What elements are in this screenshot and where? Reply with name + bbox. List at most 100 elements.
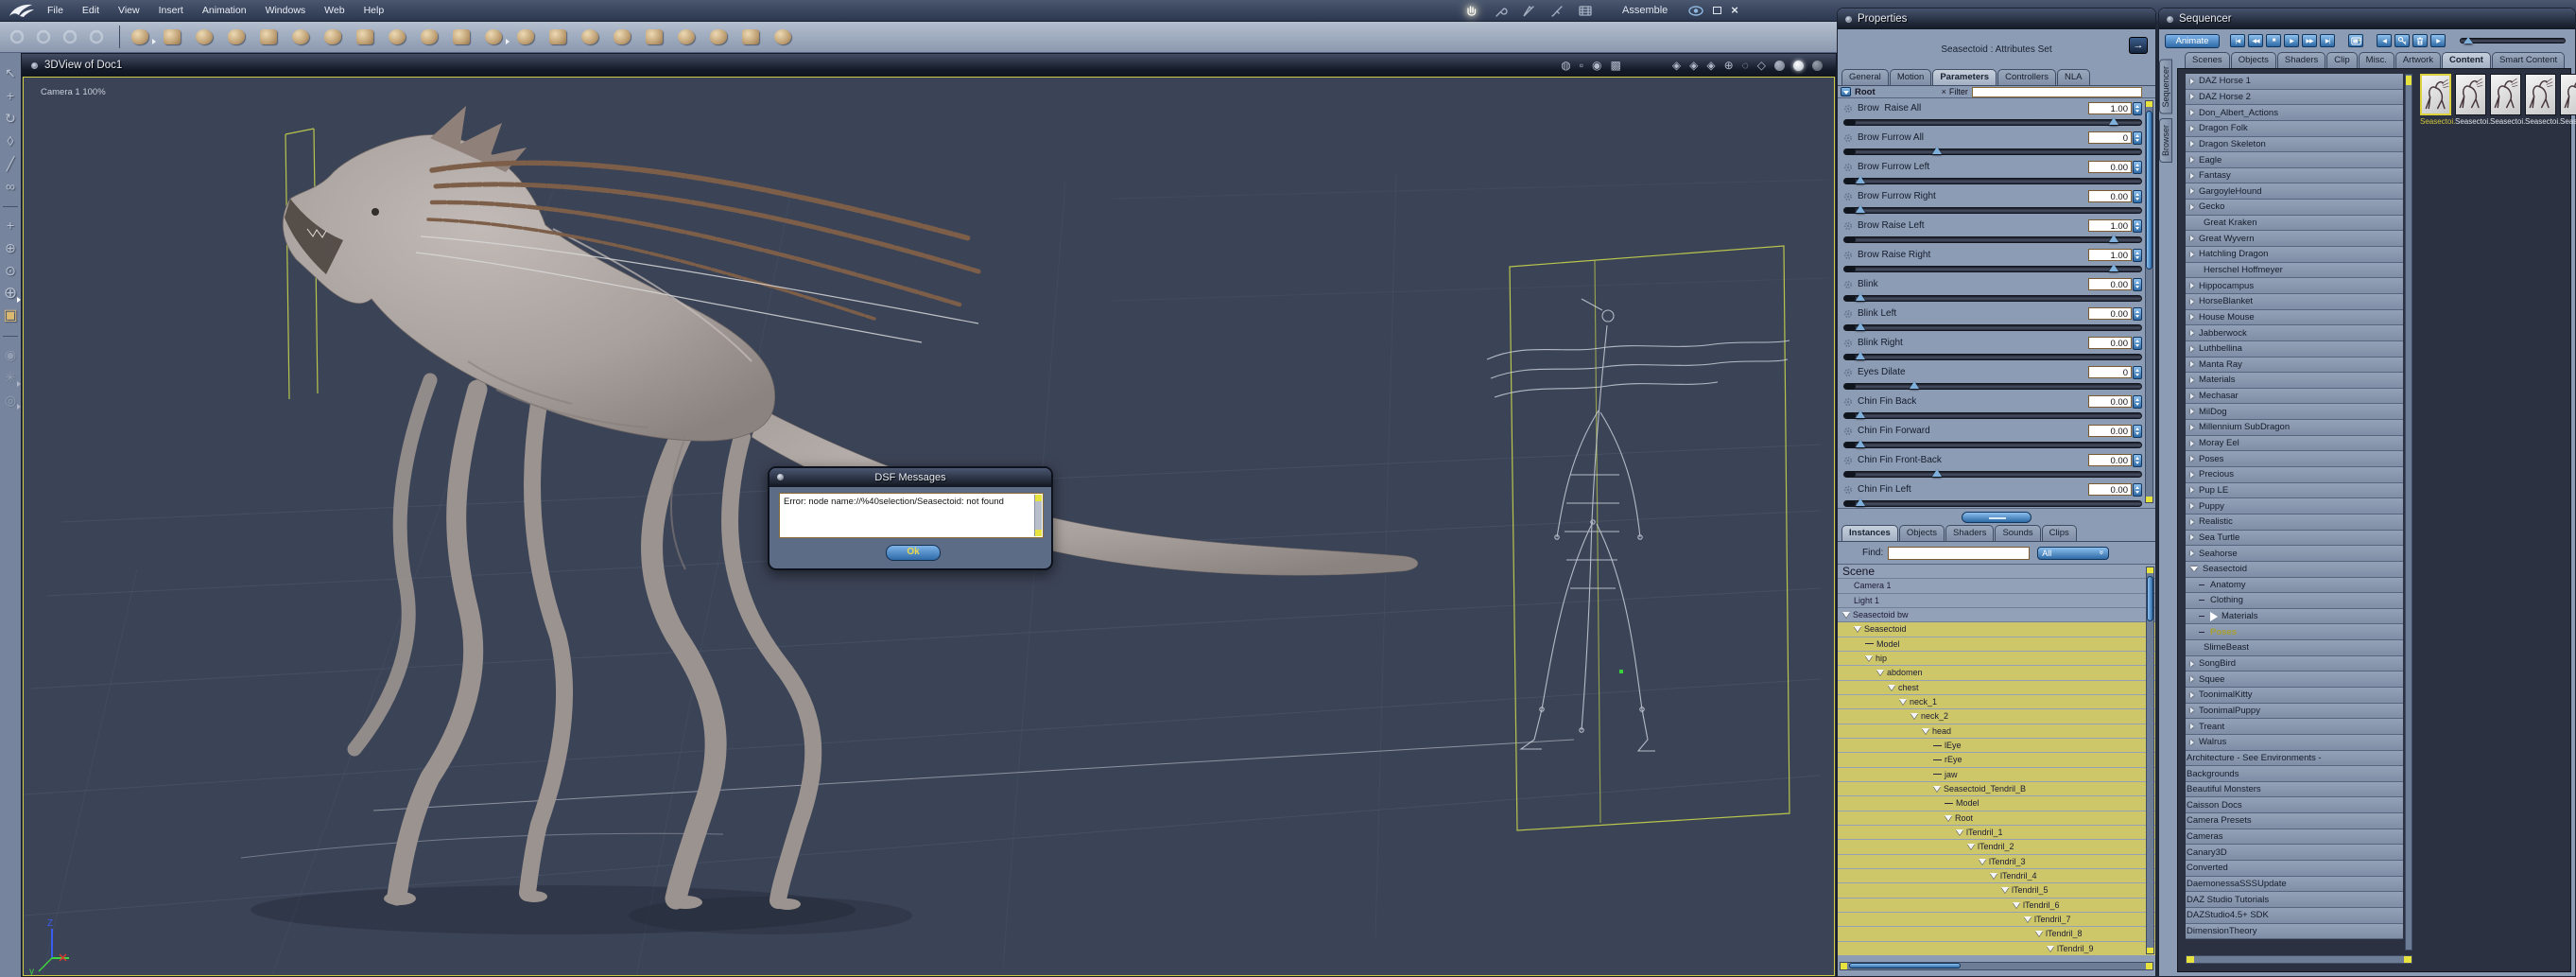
parameter-value-field[interactable]: 0 <box>2088 366 2132 378</box>
tree-row-ltendril-3[interactable]: lTendril_3 <box>1838 854 2155 869</box>
tab-general[interactable]: General <box>1841 69 1889 85</box>
collapsed-icon[interactable] <box>2190 471 2194 478</box>
parameter-slider[interactable] <box>1843 381 2142 391</box>
key-button[interactable] <box>2394 34 2410 47</box>
hand-tool-icon[interactable] <box>34 28 53 45</box>
gear-icon[interactable] <box>1843 339 1854 348</box>
expanded-icon[interactable] <box>2190 566 2198 574</box>
parameter-slider[interactable] <box>1843 293 2142 303</box>
folder-clothing[interactable]: Clothing <box>2186 593 2403 609</box>
folder-dragon-skeleton[interactable]: Dragon Skeleton <box>2186 136 2403 153</box>
folder-slimebeast[interactable]: SlimeBeast <box>2186 640 2403 656</box>
tab-instances[interactable]: Instances <box>1841 525 1898 541</box>
tab-sounds[interactable]: Sounds <box>1995 525 2041 541</box>
panel-arrow-button[interactable]: → <box>2129 37 2148 54</box>
collapsed-icon[interactable] <box>2190 125 2194 131</box>
tab-objects[interactable]: Objects <box>2230 52 2276 68</box>
insert-particles-icon[interactable] <box>324 29 341 44</box>
folder-toonimalkitty[interactable]: ToonimalKitty <box>2186 687 2403 704</box>
hand-pan-tool-icon[interactable]: ✳ <box>2 367 21 390</box>
tree-row-ltendril-5[interactable]: lTendril_5 <box>1838 883 2155 898</box>
tree-row-hip[interactable]: hip <box>1838 651 2155 667</box>
collapsed-icon[interactable] <box>2190 188 2194 195</box>
tree-row-ltendril-4[interactable]: lTendril_4 <box>1838 868 2155 884</box>
menu-animation[interactable]: Animation <box>193 0 256 21</box>
gear-icon[interactable] <box>1843 427 1854 436</box>
flyout-icon[interactable] <box>152 39 156 44</box>
slider-thumb[interactable] <box>2108 264 2118 271</box>
tree-row-seasectoid[interactable]: Seasectoid <box>1838 622 2155 637</box>
collapsed-icon[interactable] <box>2190 409 2194 415</box>
flyout-icon[interactable] <box>17 381 21 387</box>
folder-daemonessasssupdate[interactable]: DaemonessaSSSUpdate <box>2186 876 2403 893</box>
insert-vertex-object-icon[interactable] <box>260 29 277 44</box>
expander-icon[interactable] <box>2001 887 2009 894</box>
collapsed-icon[interactable] <box>2190 251 2194 257</box>
parameter-value-field[interactable]: 0.00 <box>2088 307 2132 320</box>
hand-room-icon[interactable] <box>1463 4 1480 18</box>
dashed-ball-icon[interactable]: ◌ <box>1742 58 1749 73</box>
parameter-value-field[interactable]: 0.00 <box>2088 161 2132 173</box>
menu-windows[interactable]: Windows <box>256 0 316 21</box>
collapsed-icon[interactable] <box>2190 314 2194 321</box>
tree-scroll-thumb[interactable] <box>2147 576 2153 621</box>
slider-thumb[interactable] <box>1931 147 1942 154</box>
stepper-icon[interactable] <box>2133 189 2142 203</box>
insert-tree-icon[interactable] <box>389 29 406 44</box>
viewport-canvas[interactable]: Camera 1 100% Z y DSF Messages Error: no… <box>23 77 1835 976</box>
expander-icon[interactable] <box>1922 727 1929 734</box>
tab-content[interactable]: Content <box>2442 52 2491 68</box>
menu-view[interactable]: View <box>109 0 149 21</box>
folder-don-albert-actions[interactable]: Don_Albert_Actions <box>2186 105 2403 121</box>
tree-row-reye[interactable]: rEye <box>1838 753 2155 768</box>
white-sphere-icon[interactable] <box>1793 60 1804 71</box>
wand-tool-icon[interactable] <box>8 28 26 45</box>
viewport-titlebar[interactable]: 3DView of Doc1 ◍ ▫ ◉ ▩ ◈ ◈ ◈ ⊕ ◌ ◇ <box>22 54 1836 77</box>
parameter-value-field[interactable]: 0.00 <box>2088 425 2132 437</box>
parameter-slider[interactable] <box>1843 440 2142 449</box>
expander-icon[interactable] <box>1945 814 1952 821</box>
camera-dot-icon[interactable]: ◉ <box>1592 58 1601 73</box>
folder-walrus[interactable]: Walrus <box>2186 734 2403 751</box>
folder-great-kraken[interactable]: Great Kraken <box>2186 215 2403 232</box>
tab-artwork[interactable]: Artwork <box>2394 52 2442 68</box>
collapsed-icon[interactable] <box>2190 707 2194 714</box>
stepper-icon[interactable] <box>2133 248 2142 262</box>
finger-tool-icon[interactable] <box>87 28 106 45</box>
collapsed-icon[interactable] <box>2190 298 2194 305</box>
properties-header[interactable]: Properties <box>1838 9 2155 29</box>
tab-clip[interactable]: Clip <box>2326 52 2358 68</box>
gear-icon[interactable] <box>1843 133 1854 143</box>
window-widget-icon[interactable] <box>31 61 38 69</box>
render-preview-button[interactable] <box>2348 34 2363 47</box>
folder-hippocampus[interactable]: Hippocampus <box>2186 278 2403 294</box>
filter-input[interactable] <box>1971 86 2142 97</box>
insert-bone-2-icon[interactable] <box>774 29 791 44</box>
stop-button[interactable]: ■ <box>2266 34 2281 47</box>
scale-tool-icon[interactable]: ◊ <box>2 131 19 153</box>
slider-thumb[interactable] <box>1856 176 1866 183</box>
pan-camera-tool-icon[interactable]: + <box>2 215 19 237</box>
folder-gargoylehound[interactable]: GargoyleHound <box>2186 183 2403 201</box>
collapsed-icon[interactable] <box>2190 330 2194 337</box>
side-tab-sequencer[interactable]: Sequencer <box>2159 60 2172 114</box>
collapsed-icon[interactable] <box>2190 550 2194 557</box>
folder-poses[interactable]: Poses <box>2186 624 2403 641</box>
tree-row-ltendril-8[interactable]: lTendril_8 <box>1838 927 2155 942</box>
tree-row-model[interactable]: Model <box>1838 637 2155 652</box>
panel-widget-icon[interactable] <box>2167 15 2173 23</box>
dialog-widget-icon[interactable] <box>777 474 784 480</box>
gear-icon[interactable] <box>1843 456 1854 465</box>
folder-beautiful-monsters[interactable]: Beautiful Monsters <box>2186 781 2403 798</box>
orbit-camera-tool-icon[interactable]: ⊕ <box>2 237 19 260</box>
content-thumbnail[interactable] <box>2490 74 2521 115</box>
folder-poses[interactable]: Poses <box>2186 451 2403 468</box>
frame-toggle-icon[interactable]: ▫ <box>1580 58 1583 73</box>
stepper-icon[interactable] <box>2133 336 2142 350</box>
tree-row-ltendril-7[interactable]: lTendril_7 <box>1838 912 2155 928</box>
parameter-slider[interactable] <box>1843 410 2142 420</box>
folder-toonimalpuppy[interactable]: ToonimalPuppy <box>2186 703 2403 720</box>
dialog-scrollbar[interactable] <box>1034 495 1042 536</box>
folder-daz-studio-tutorials[interactable]: DAZ Studio Tutorials <box>2186 892 2403 908</box>
expander-icon[interactable] <box>2047 945 2054 951</box>
